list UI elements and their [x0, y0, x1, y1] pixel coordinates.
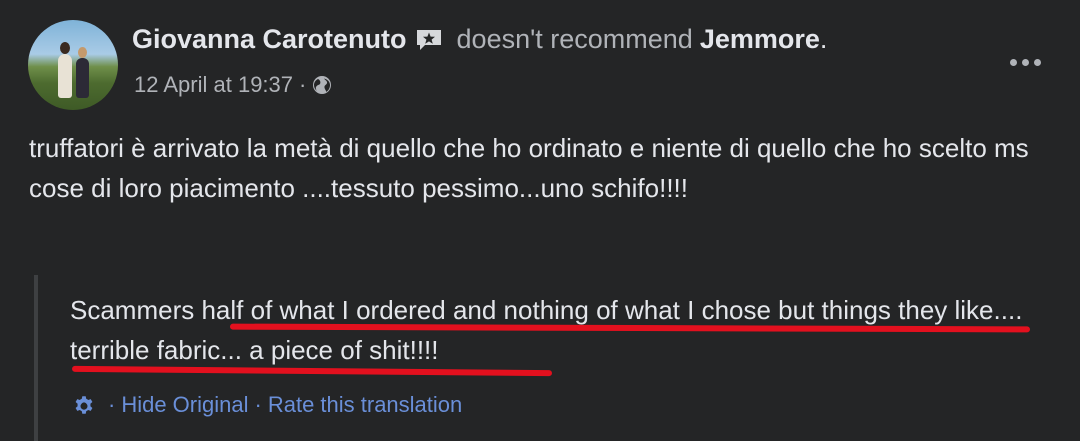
more-dot — [1009, 58, 1017, 66]
post-original-text: truffatori è arrivato la metà di quello … — [29, 133, 1029, 203]
translation-actions: · Hide Original · Rate this translation — [72, 392, 462, 418]
rate-translation-link[interactable]: Rate this translation — [268, 392, 462, 418]
gear-icon[interactable] — [72, 393, 96, 417]
recommendation-status: doesn't recommend — [456, 24, 693, 54]
hide-original-link[interactable]: Hide Original — [121, 392, 248, 418]
author-avatar[interactable] — [28, 20, 118, 110]
translation-quote-bar — [34, 275, 38, 441]
author-name[interactable]: Giovanna Carotenuto — [132, 24, 407, 55]
recommendation-star-icon — [415, 28, 443, 52]
post-header: Giovanna Carotenuto doesn't recommend Je… — [132, 24, 827, 55]
more-options-icon[interactable] — [1000, 48, 1050, 76]
avatar-person-1 — [58, 42, 72, 98]
avatar-person-2 — [76, 47, 89, 98]
globe-icon — [312, 75, 332, 95]
meta-separator: · — [299, 72, 307, 97]
page-name-link[interactable]: Jemmore — [700, 24, 820, 55]
link-separator: · — [108, 392, 116, 417]
more-dot — [1033, 58, 1041, 66]
post-timestamp[interactable]: 12 April at 19:37 — [134, 72, 293, 98]
post-meta: 12 April at 19:37 · — [134, 72, 332, 98]
link-separator: · — [254, 392, 262, 417]
page-name-period: . — [819, 24, 828, 54]
more-dot — [1021, 58, 1029, 66]
